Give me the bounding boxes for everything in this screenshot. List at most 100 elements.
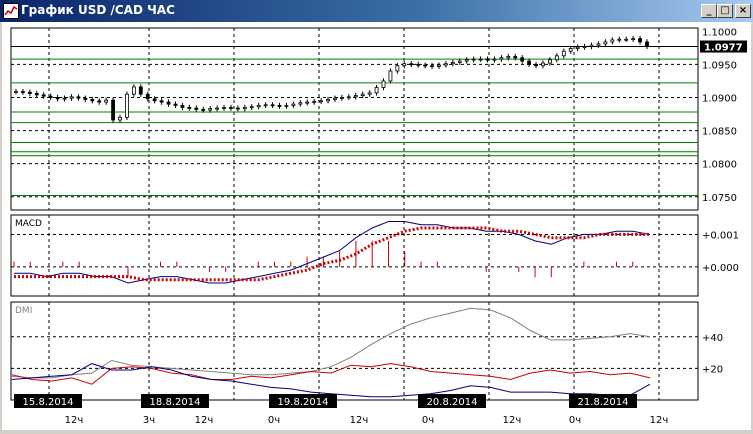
time-label: 0ч (569, 415, 581, 426)
time-label: 12ч (65, 415, 84, 426)
candle-body (208, 108, 213, 111)
candle-body (277, 105, 282, 107)
minimize-button[interactable]: _ (701, 4, 717, 18)
candle-body (388, 70, 393, 82)
candle-body (374, 87, 379, 94)
candle-body (298, 102, 303, 105)
candle-body (499, 57, 504, 60)
candle-body (638, 38, 642, 43)
candle-body (624, 38, 629, 41)
candle-body (256, 105, 261, 108)
candle-body (111, 99, 115, 121)
candle-body (97, 100, 102, 103)
candle-body (41, 94, 46, 97)
candle-body (430, 65, 434, 68)
candle-body (596, 43, 601, 46)
candle-body (138, 86, 143, 95)
candle-body (222, 107, 226, 109)
time-label: 12ч (650, 415, 669, 426)
candle-body (582, 46, 587, 48)
candle-body (402, 63, 407, 67)
candle-body (180, 105, 185, 108)
candle-body (513, 56, 518, 59)
price-panel[interactable]: 1.1000 1.0950 1.0900 1.0850 1.0800 1.0750 1.09… (10, 27, 747, 211)
chart-canvas[interactable]: 1.1000 1.0950 1.0900 1.0850 1.0800 1.0750 1.09… (2, 22, 751, 430)
candle-body (333, 97, 337, 100)
candle-body (589, 44, 594, 47)
candle-body (145, 93, 150, 100)
candle-body (340, 97, 344, 99)
candle-body (159, 100, 164, 103)
candle-body (450, 62, 455, 65)
candle-body (55, 97, 60, 100)
candle-body (527, 60, 532, 65)
price-axis-label: 1.1000 (702, 27, 737, 38)
macd-panel[interactable]: MACD +0.001 +0.000 (10, 214, 739, 297)
candle-body (48, 95, 53, 98)
candle-body (83, 97, 88, 100)
date-label: 21.8.2014 (578, 397, 629, 408)
candle-body (76, 96, 81, 99)
time-label: 0ч (268, 415, 280, 426)
candle-body (541, 62, 545, 67)
candle-body (229, 107, 233, 109)
price-axis-label: 1.0900 (702, 93, 737, 104)
candle-body (409, 63, 414, 66)
chart-area[interactable]: 1.1000 1.0950 1.0900 1.0850 1.0800 1.0750 1.09… (2, 22, 751, 430)
candle-body (118, 116, 122, 121)
candle-body (423, 64, 428, 67)
candle-body (152, 98, 157, 102)
time-label: 0ч (422, 415, 434, 426)
macd-axis-label: +0.001 (702, 230, 739, 241)
panel-frame (10, 301, 699, 401)
price-axis-label: 1.0750 (702, 193, 737, 204)
candle-body (416, 64, 421, 66)
candle-body (568, 48, 573, 52)
candle-body (187, 107, 192, 109)
candle-body (631, 38, 636, 40)
candle-body (27, 91, 32, 94)
macd-axis-label: +0.000 (702, 263, 739, 274)
candle-body (90, 99, 95, 102)
title-bar[interactable]: График USD /CAD ЧАС _ □ × (0, 0, 753, 22)
candle-body (575, 46, 580, 49)
price-axis-label: 1.0800 (702, 160, 737, 171)
time-label: 12ч (195, 415, 214, 426)
candle-body (201, 109, 206, 111)
candle-body (395, 65, 400, 72)
candle-body (457, 60, 462, 63)
candle-body (381, 80, 386, 88)
date-label: 18.8.2014 (150, 397, 201, 408)
dmi-panel[interactable]: DMI +40 +20 (10, 301, 723, 401)
candle-body (284, 105, 289, 107)
date-label: 15.8.2014 (23, 397, 74, 408)
candle-body (34, 93, 39, 96)
candle-body (645, 41, 649, 47)
time-label: 3ч (143, 415, 155, 426)
candle-body (603, 41, 608, 45)
candle-body (62, 97, 67, 100)
chart-icon (3, 3, 19, 19)
time-label: 12ч (350, 415, 369, 426)
candle-body (548, 59, 552, 64)
candle-body (125, 93, 129, 118)
maximize-button[interactable]: □ (717, 4, 733, 18)
candle-body (520, 57, 525, 62)
dmi-axis-label: +40 (702, 333, 723, 344)
candle-body (21, 91, 25, 93)
candle-body (131, 86, 136, 95)
candle-body (554, 55, 559, 61)
candle-body (617, 38, 622, 41)
candle-body (291, 103, 296, 106)
candle-body (215, 107, 219, 110)
candle-body (492, 58, 497, 61)
candle-body (360, 93, 365, 96)
candle-body (478, 58, 483, 61)
price-axis-label: 1.0950 (702, 60, 737, 71)
candle-body (104, 99, 109, 103)
candle-body (464, 59, 469, 62)
close-button[interactable]: × (735, 4, 751, 18)
candle-body (242, 107, 247, 110)
candle-body (319, 100, 323, 103)
window-title: График USD /CAD ЧАС (21, 3, 175, 17)
